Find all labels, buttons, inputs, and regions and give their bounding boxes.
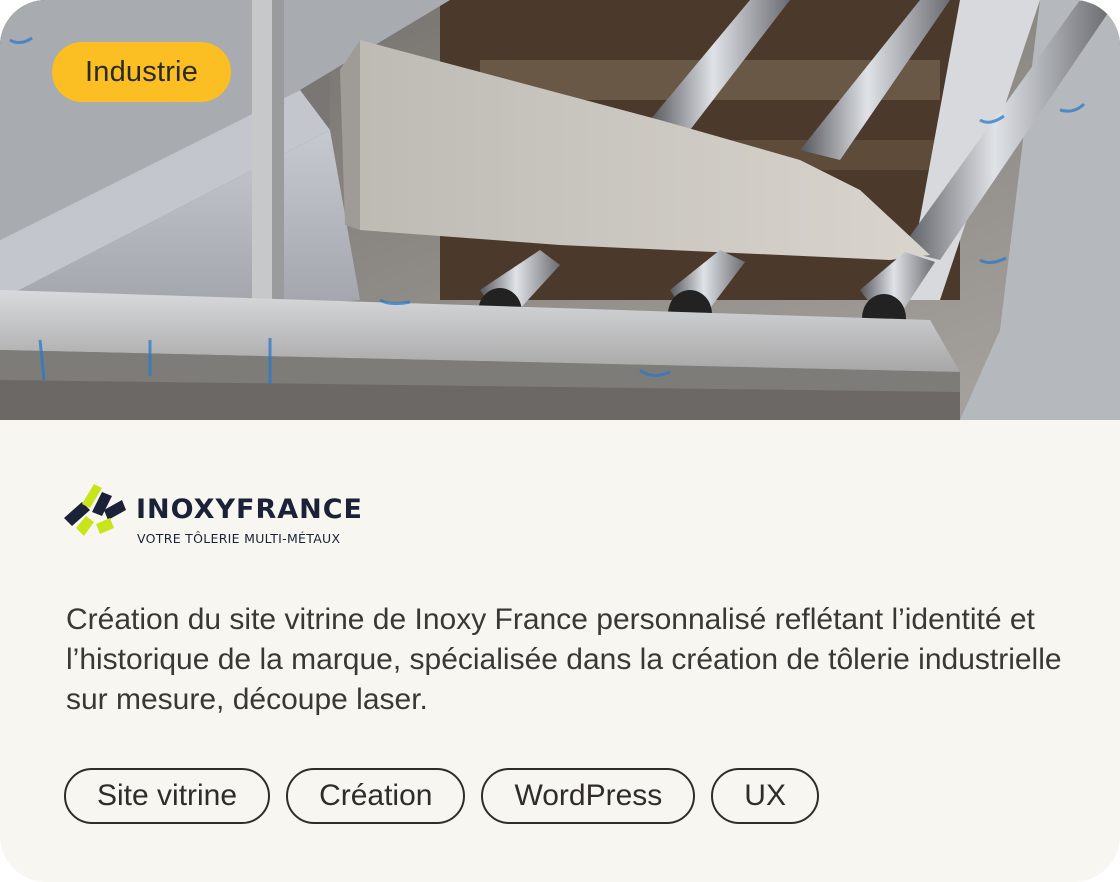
client-logo: INOXYFRANCE VOTRE TÔLERIE MULTI-MÉTAUX: [62, 482, 362, 552]
tag-list: Site vitrine Création WordPress UX: [64, 768, 819, 824]
project-description: Création du site vitrine de Inoxy France…: [66, 603, 1062, 716]
tag-ux[interactable]: UX: [711, 768, 819, 824]
category-badge: Industrie: [52, 42, 232, 102]
inoxyfrance-logo-mark-icon: [64, 484, 126, 536]
tag-creation[interactable]: Création: [286, 768, 466, 824]
tag-wordpress[interactable]: WordPress: [481, 768, 696, 824]
project-card[interactable]: Industrie INOXYFRANCE VOTRE TÔLERIE MULT…: [0, 0, 1120, 882]
logo-tagline: VOTRE TÔLERIE MULTI-MÉTAUX: [137, 531, 341, 546]
project-image: Industrie: [0, 0, 1120, 420]
tag-site-vitrine[interactable]: Site vitrine: [64, 768, 271, 824]
logo-wordmark: INOXYFRANCE: [136, 494, 363, 525]
